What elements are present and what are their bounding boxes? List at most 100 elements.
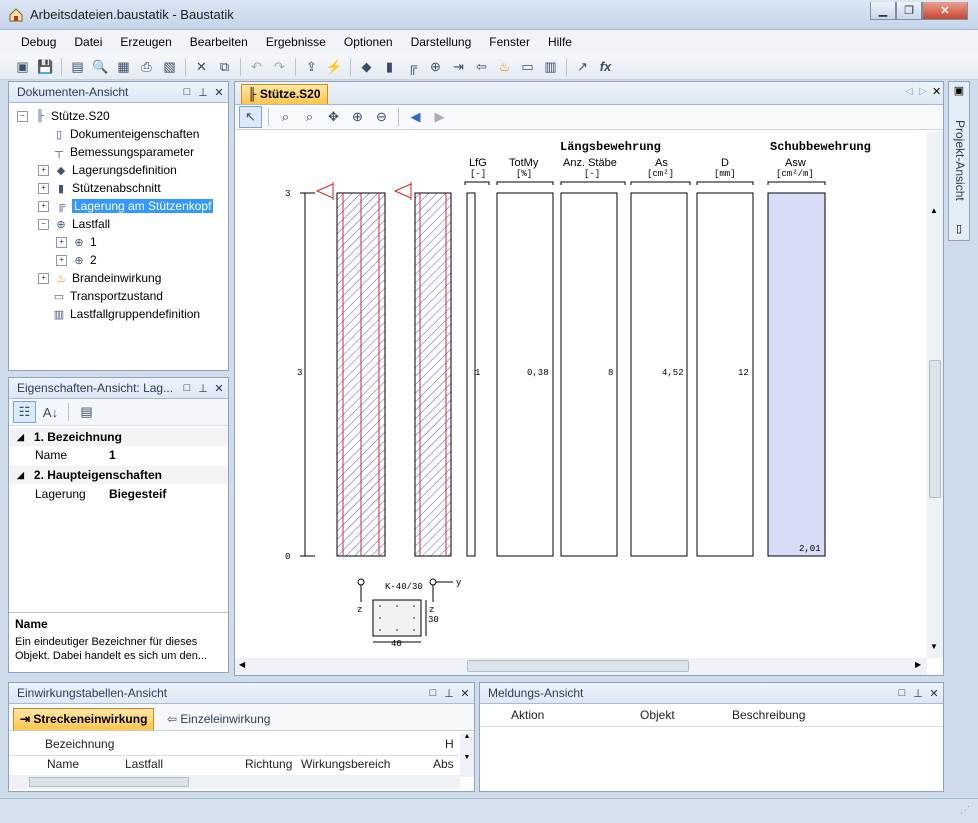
float-icon[interactable]: □ bbox=[426, 687, 440, 699]
pdf-icon[interactable]: ▧ bbox=[159, 57, 180, 77]
tree-item-lastfall-2[interactable]: + ⊕ 2 bbox=[56, 251, 97, 269]
tree-item-stuetzenabschnitt[interactable]: + ▮ Stützenabschnitt bbox=[38, 179, 161, 197]
horizontal-scroll-thumb[interactable] bbox=[467, 660, 689, 672]
close-document-icon[interactable]: ✕ bbox=[932, 85, 941, 98]
menu-darstellung[interactable]: Darstellung bbox=[402, 35, 481, 49]
zoom-all-icon[interactable]: ⌕ bbox=[275, 107, 296, 127]
tree-item-lagerungsdefinition[interactable]: + ◆ Lagerungsdefinition bbox=[38, 161, 177, 179]
float-icon[interactable]: □ bbox=[895, 687, 909, 699]
tree-item-lastfall-1[interactable]: + ⊕ 1 bbox=[56, 233, 97, 251]
menu-datei[interactable]: Datei bbox=[65, 35, 111, 49]
sort-alpha-icon[interactable]: A↓ bbox=[40, 402, 61, 422]
grid-vscroll[interactable]: ▲ ▼ bbox=[460, 733, 474, 777]
horizontal-scrollbar[interactable]: ◀ ▶ bbox=[235, 658, 927, 675]
tab-streckeneinwirkung[interactable]: ⇥ Streckeneinwirkung bbox=[13, 708, 155, 730]
tree-item-lagerung-am-stuetzenkopf[interactable]: + ╔ Lagerung am Stützenkopf bbox=[38, 197, 214, 215]
zoom-in-icon[interactable]: ⊕ bbox=[347, 107, 368, 127]
properties-title: Eigenschaften-Ansicht: Lag... bbox=[17, 381, 174, 395]
property-pages-icon[interactable]: ▤ bbox=[76, 402, 97, 422]
export-icon[interactable]: ⇪ bbox=[301, 57, 322, 77]
back-icon[interactable]: ◀ bbox=[405, 107, 426, 127]
property-name-value[interactable]: 1 bbox=[109, 448, 116, 462]
close-window-button[interactable]: ✕ bbox=[922, 2, 968, 20]
menu-debug[interactable]: Debug bbox=[12, 35, 65, 49]
tree-item-dokumenteigenschaften[interactable]: ▯ Dokumenteigenschaften bbox=[51, 125, 199, 143]
resize-grip-icon[interactable]: ⋰ bbox=[960, 805, 970, 816]
load-case-icon[interactable]: ⊕ bbox=[425, 57, 446, 77]
preview-icon[interactable]: ▦ bbox=[113, 57, 134, 77]
function-icon[interactable]: fx bbox=[595, 57, 616, 77]
measure-icon[interactable]: ↗ bbox=[572, 57, 593, 77]
arrow-load-icon[interactable]: ⇦ bbox=[471, 57, 492, 77]
group-icon[interactable]: ▥ bbox=[540, 57, 561, 77]
minimize-button[interactable]: ▁ bbox=[870, 2, 896, 20]
property-lagerung-value[interactable]: Biegesteif bbox=[109, 487, 166, 501]
grid-hscroll[interactable] bbox=[9, 775, 460, 789]
zoom-out-icon[interactable]: ⊖ bbox=[371, 107, 392, 127]
select-icon[interactable]: ↖ bbox=[239, 106, 262, 128]
close-icon[interactable]: ✕ bbox=[212, 382, 226, 395]
tree-item-bemessungsparameter[interactable]: ┬ Bemessungsparameter bbox=[51, 143, 194, 161]
group-haupteigenschaften[interactable]: ◢ 2. Haupteigenschaften bbox=[9, 466, 228, 484]
menu-bearbeiten[interactable]: Bearbeiten bbox=[181, 35, 257, 49]
maximize-button[interactable]: ❐ bbox=[896, 2, 922, 20]
vertical-scroll-thumb[interactable] bbox=[929, 360, 941, 498]
forward-icon[interactable]: ▶ bbox=[429, 107, 450, 127]
tab-prev-icon[interactable]: ◁ bbox=[905, 86, 913, 97]
pin-icon[interactable]: ⊥ bbox=[196, 86, 210, 99]
menu-ergebnisse[interactable]: Ergebnisse bbox=[257, 35, 335, 49]
categorized-icon[interactable]: ☷ bbox=[13, 401, 36, 423]
menu-erzeugen[interactable]: Erzeugen bbox=[111, 35, 180, 49]
pan-icon[interactable]: ✥ bbox=[323, 107, 344, 127]
meldung-col-beschreibung[interactable]: Beschreibung bbox=[732, 708, 805, 722]
float-icon[interactable]: □ bbox=[180, 86, 194, 98]
tree-item-brandeinwirkung[interactable]: + ♨ Brandeinwirkung bbox=[38, 269, 161, 287]
group-bezeichnung[interactable]: ◢ 1. Bezeichnung bbox=[9, 428, 228, 446]
einwirkung-header: Einwirkungstabellen-Ansicht □ ⊥ ✕ bbox=[9, 683, 474, 704]
print-icon[interactable]: ⎙ bbox=[136, 57, 157, 77]
zoom-icon[interactable]: ⌕ bbox=[299, 107, 320, 127]
calculate-icon[interactable]: ⚡ bbox=[324, 57, 345, 77]
tree-item-lastfallgruppendefinition[interactable]: ▥ Lastfallgruppendefinition bbox=[51, 305, 200, 323]
tree-root[interactable]: − ╟ Stütze.S20 bbox=[17, 107, 110, 125]
close-icon[interactable]: ✕ bbox=[927, 687, 941, 700]
column-head-icon[interactable]: ╔ bbox=[402, 57, 423, 77]
undo-icon[interactable]: ↶ bbox=[246, 57, 267, 77]
meldung-col-aktion[interactable]: Aktion bbox=[511, 708, 544, 722]
column-elevation-2 bbox=[414, 192, 452, 557]
column-section-icon[interactable]: ▮ bbox=[379, 57, 400, 77]
menu-fenster[interactable]: Fenster bbox=[480, 35, 539, 49]
col-header-totmy: TotMy bbox=[509, 157, 539, 169]
support-icon[interactable]: ◆ bbox=[356, 57, 377, 77]
einwirkung-panel: Einwirkungstabellen-Ansicht □ ⊥ ✕ ⇥ Stre… bbox=[8, 682, 475, 792]
vertical-scrollbar[interactable]: ▲ ▼ bbox=[927, 132, 943, 658]
menu-optionen[interactable]: Optionen bbox=[335, 35, 402, 49]
project-view-label: Projekt-Ansicht bbox=[953, 120, 967, 201]
tab-next-icon[interactable]: ▷ bbox=[919, 86, 927, 97]
meldung-col-objekt[interactable]: Objekt bbox=[640, 708, 675, 722]
close-icon[interactable]: ✕ bbox=[458, 687, 472, 700]
fire-icon[interactable]: ♨ bbox=[494, 57, 515, 77]
save-icon[interactable]: 💾 bbox=[35, 57, 56, 77]
tab-einzeleinwirkung[interactable]: ⇦ Einzeleinwirkung bbox=[167, 712, 270, 726]
tree-item-transportzustand[interactable]: ▭ Transportzustand bbox=[51, 287, 163, 305]
float-icon[interactable]: □ bbox=[180, 382, 194, 394]
transport-icon[interactable]: ▭ bbox=[517, 57, 538, 77]
tab-stuetze-s20[interactable]: ╟ Stütze.S20 bbox=[241, 84, 328, 104]
page-setup-icon[interactable]: ▤ bbox=[67, 57, 88, 77]
redo-icon[interactable]: ↷ bbox=[269, 57, 290, 77]
pin-icon[interactable]: ⊥ bbox=[196, 382, 210, 395]
pin-icon[interactable]: ⊥ bbox=[911, 687, 925, 700]
grid-col-wirkungsbereich: Wirkungsbereich bbox=[301, 757, 391, 771]
new-window-icon[interactable]: ▣ bbox=[12, 57, 33, 77]
pin-icon[interactable]: ⊥ bbox=[442, 687, 456, 700]
close-icon[interactable]: ✕ bbox=[212, 86, 226, 99]
print-preview-icon[interactable]: 🔍 bbox=[90, 57, 111, 77]
copy-icon[interactable]: ⧉ bbox=[214, 57, 235, 77]
menu-hilfe[interactable]: Hilfe bbox=[539, 35, 581, 49]
load-icon[interactable]: ⇥ bbox=[448, 57, 469, 77]
project-view-sidetab[interactable]: ▣ Projekt-Ansicht ▯ bbox=[948, 81, 970, 241]
delete-icon[interactable]: ✕ bbox=[191, 57, 212, 77]
svg-text:y: y bbox=[456, 578, 462, 588]
tree-item-lastfall[interactable]: − ⊕ Lastfall bbox=[38, 215, 110, 233]
